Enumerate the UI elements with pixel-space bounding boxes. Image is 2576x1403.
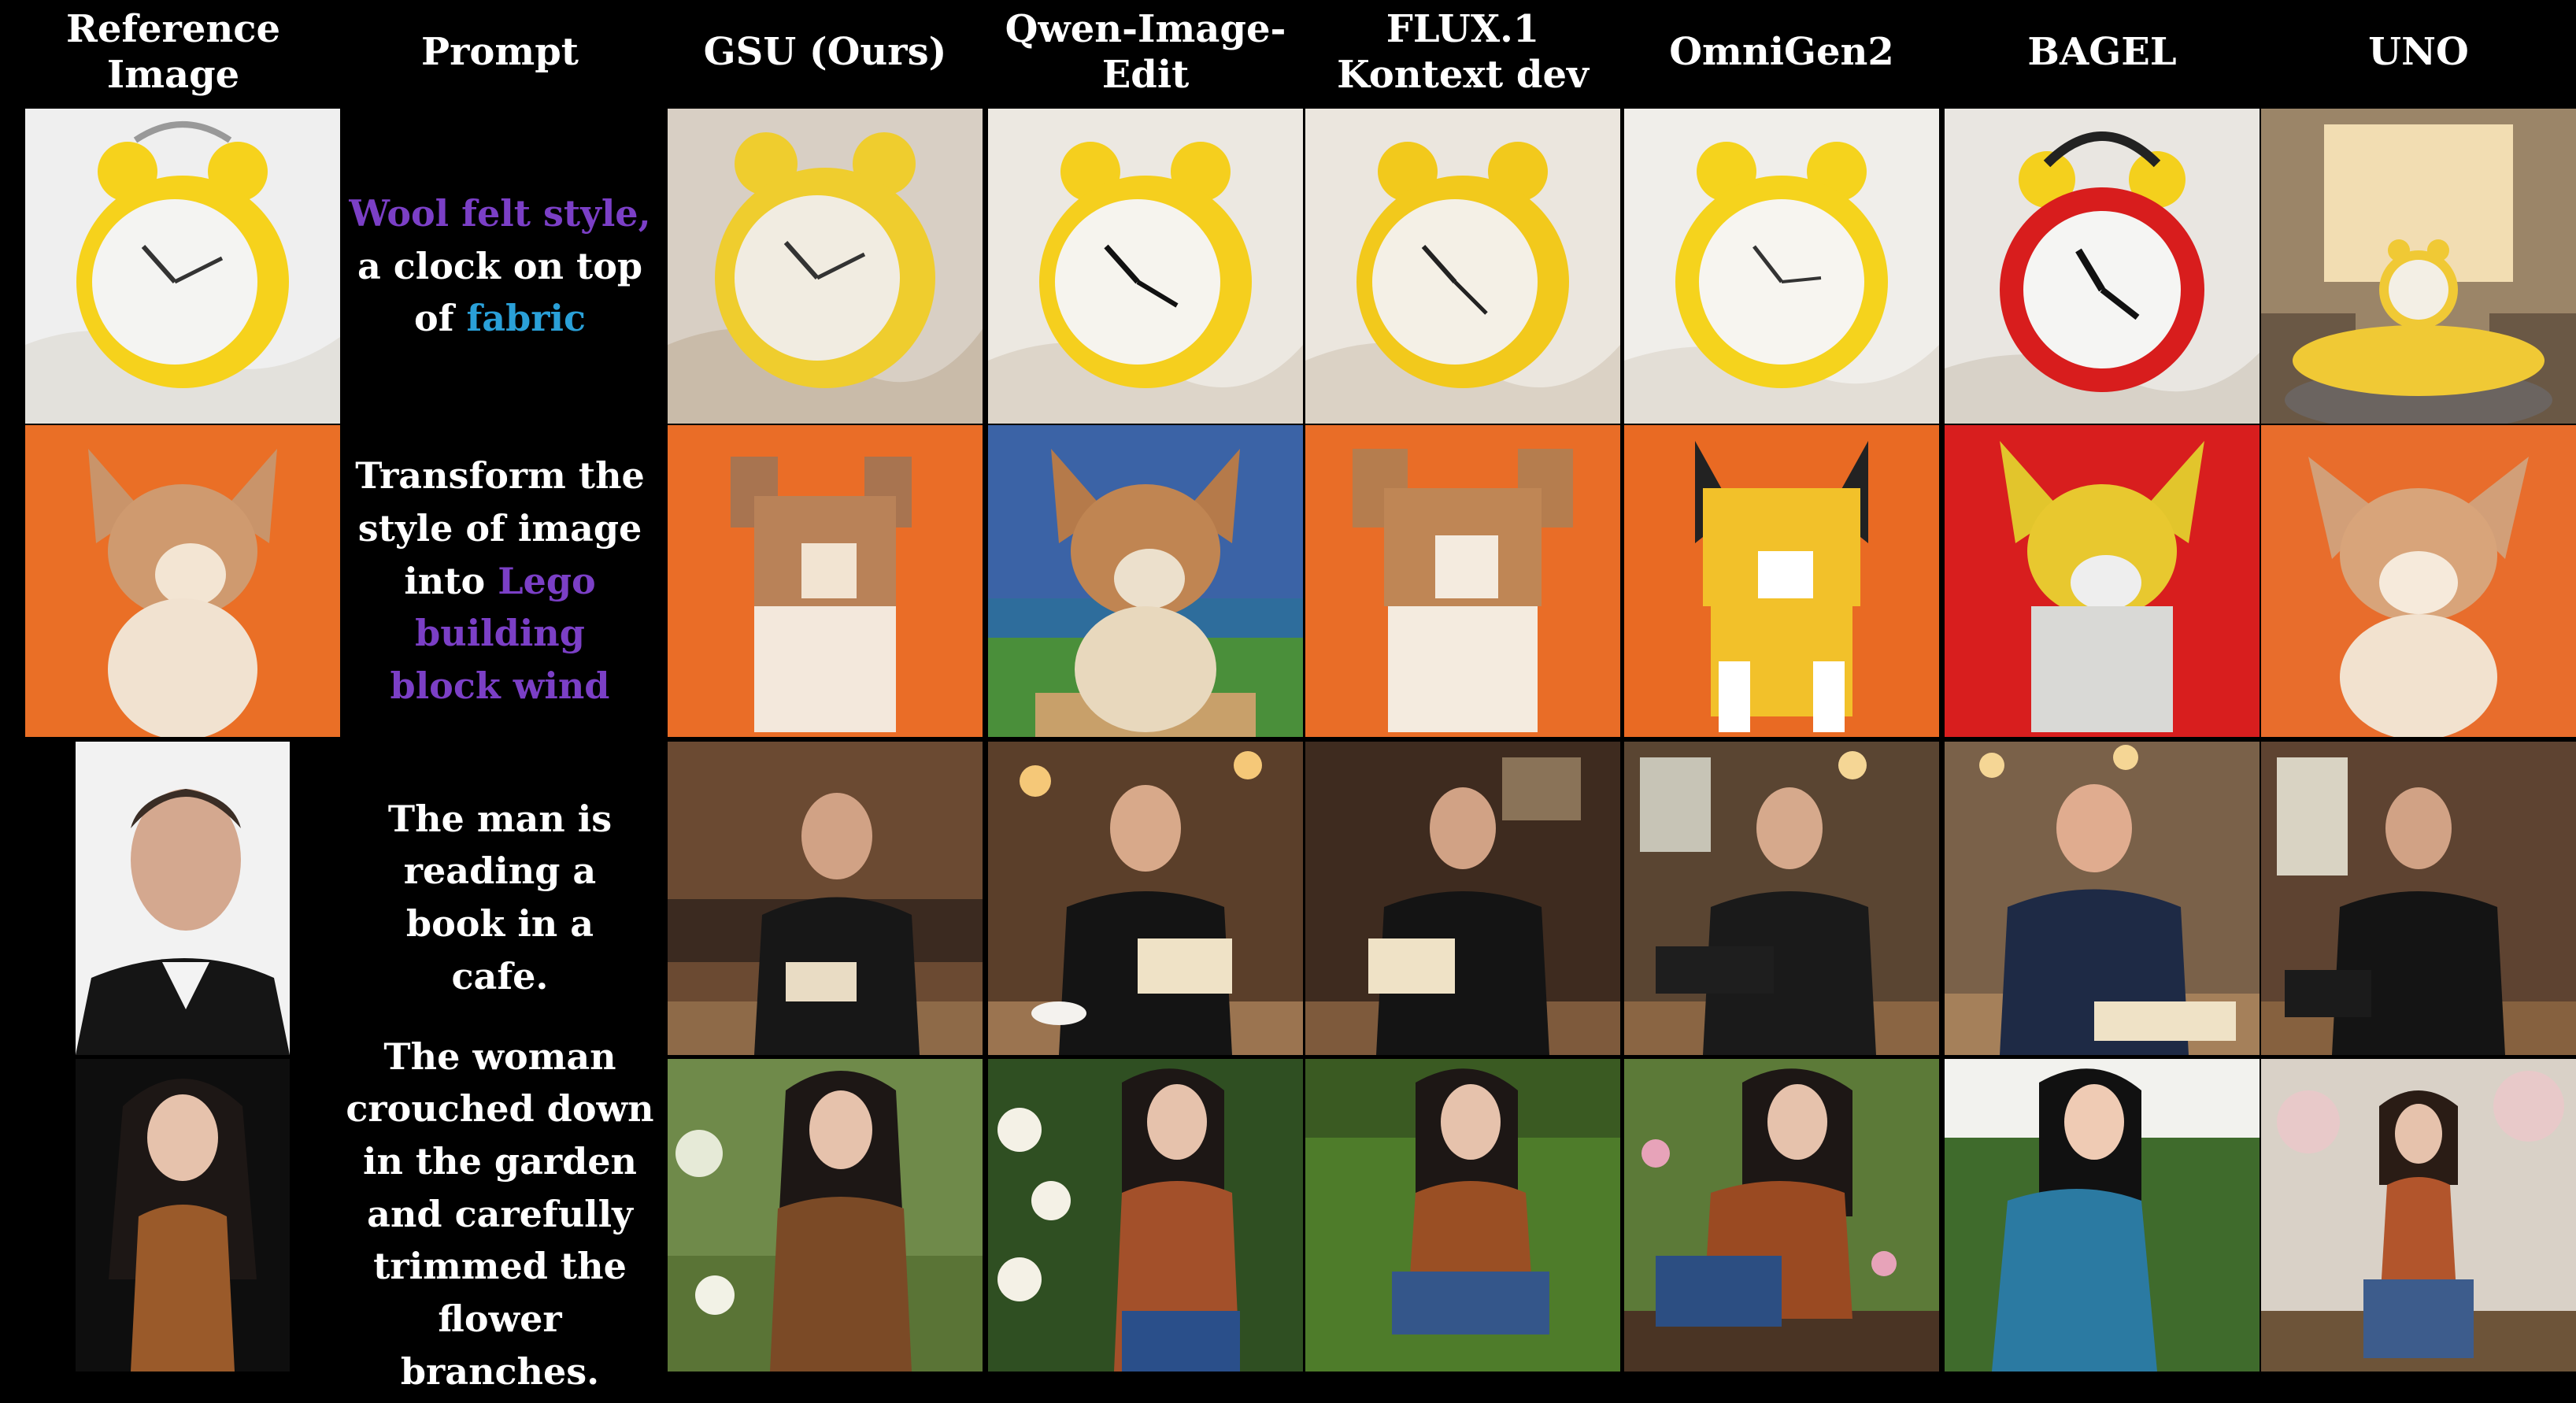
prompt-row-man: The man is reading a book in a cafe. bbox=[339, 740, 661, 1055]
prompt-row-clock: Wool felt style, a clock on top of fabri… bbox=[339, 109, 661, 424]
man-flux-image bbox=[1305, 742, 1620, 1055]
header-bagel: BAGEL bbox=[2027, 30, 2177, 75]
prompt-row-clock-line2: a clock on top bbox=[357, 244, 643, 287]
woman-bagel-image bbox=[1945, 1059, 2260, 1372]
corgi-flux-image bbox=[1305, 425, 1620, 737]
clock-reference-image bbox=[25, 109, 340, 424]
prompt-row-man-line2: reading a bbox=[403, 850, 597, 893]
header-reference-image: Reference Image bbox=[65, 7, 281, 97]
clock-omnigen2-image bbox=[1624, 109, 1939, 424]
corgi-uno-image bbox=[2261, 425, 2576, 737]
prompt-row-woman: The woman crouched down in the garden an… bbox=[339, 1035, 661, 1393]
header-flux-kontext: FLUX.1 Kontext dev bbox=[1337, 7, 1589, 97]
prompt-row-woman-line5: trimmed the bbox=[373, 1245, 627, 1288]
prompt-row-corgi-line1: Transform the bbox=[355, 454, 645, 498]
prompt-row-man-line4: cafe. bbox=[451, 954, 549, 998]
man-uno-image bbox=[2261, 742, 2576, 1055]
prompt-row-corgi: Transform the style of image into Lego b… bbox=[339, 424, 661, 739]
prompt-row-corgi-line5: block wind bbox=[390, 664, 610, 708]
prompt-row-woman-line4: and carefully bbox=[367, 1192, 633, 1235]
corgi-bagel-image bbox=[1945, 425, 2260, 737]
prompt-row-woman-line1: The woman bbox=[383, 1035, 616, 1078]
man-omnigen2-image bbox=[1624, 742, 1939, 1055]
woman-reference-image bbox=[76, 1059, 290, 1372]
corgi-gsu-image bbox=[668, 425, 983, 737]
prompt-row-corgi-line2: style of image bbox=[357, 506, 642, 550]
prompt-row-clock-line3: of bbox=[414, 297, 467, 340]
corgi-omnigen2-image bbox=[1624, 425, 1939, 737]
woman-omnigen2-image bbox=[1624, 1059, 1939, 1372]
man-qwen-image bbox=[988, 742, 1303, 1055]
header-prompt: Prompt bbox=[421, 30, 579, 75]
woman-flux-image bbox=[1305, 1059, 1620, 1372]
prompt-row-clock-line1: Wool felt style, bbox=[349, 191, 651, 235]
header-omnigen2: OmniGen2 bbox=[1669, 30, 1894, 75]
clock-bagel-image bbox=[1945, 109, 2260, 424]
woman-uno-image bbox=[2261, 1059, 2576, 1372]
corgi-qwen-image bbox=[988, 425, 1303, 737]
man-gsu-image bbox=[668, 742, 983, 1055]
clock-qwen-image bbox=[988, 109, 1303, 424]
woman-gsu-image bbox=[668, 1059, 983, 1372]
prompt-row-clock-fabric: fabric bbox=[466, 297, 586, 340]
prompt-row-man-line3: book in a bbox=[405, 902, 594, 945]
corgi-reference-image bbox=[25, 425, 340, 737]
woman-qwen-image bbox=[988, 1059, 1303, 1372]
header-qwen-image-edit: Qwen-Image-Edit bbox=[1005, 7, 1286, 97]
clock-uno-image bbox=[2261, 109, 2576, 424]
header-uno: UNO bbox=[2368, 30, 2469, 75]
prompt-row-woman-line3: in the garden bbox=[363, 1139, 637, 1183]
prompt-row-man-line1: The man is bbox=[387, 797, 613, 840]
prompt-row-corgi-line3: into bbox=[404, 559, 498, 602]
clock-flux-image bbox=[1305, 109, 1620, 424]
clock-gsu-image bbox=[668, 109, 983, 424]
man-reference-image bbox=[76, 742, 290, 1055]
header-gsu-ours: GSU (Ours) bbox=[703, 30, 947, 75]
prompt-row-woman-line6: flower branches. bbox=[400, 1297, 600, 1393]
prompt-row-woman-line2: crouched down bbox=[346, 1087, 654, 1131]
man-bagel-image bbox=[1945, 742, 2260, 1055]
